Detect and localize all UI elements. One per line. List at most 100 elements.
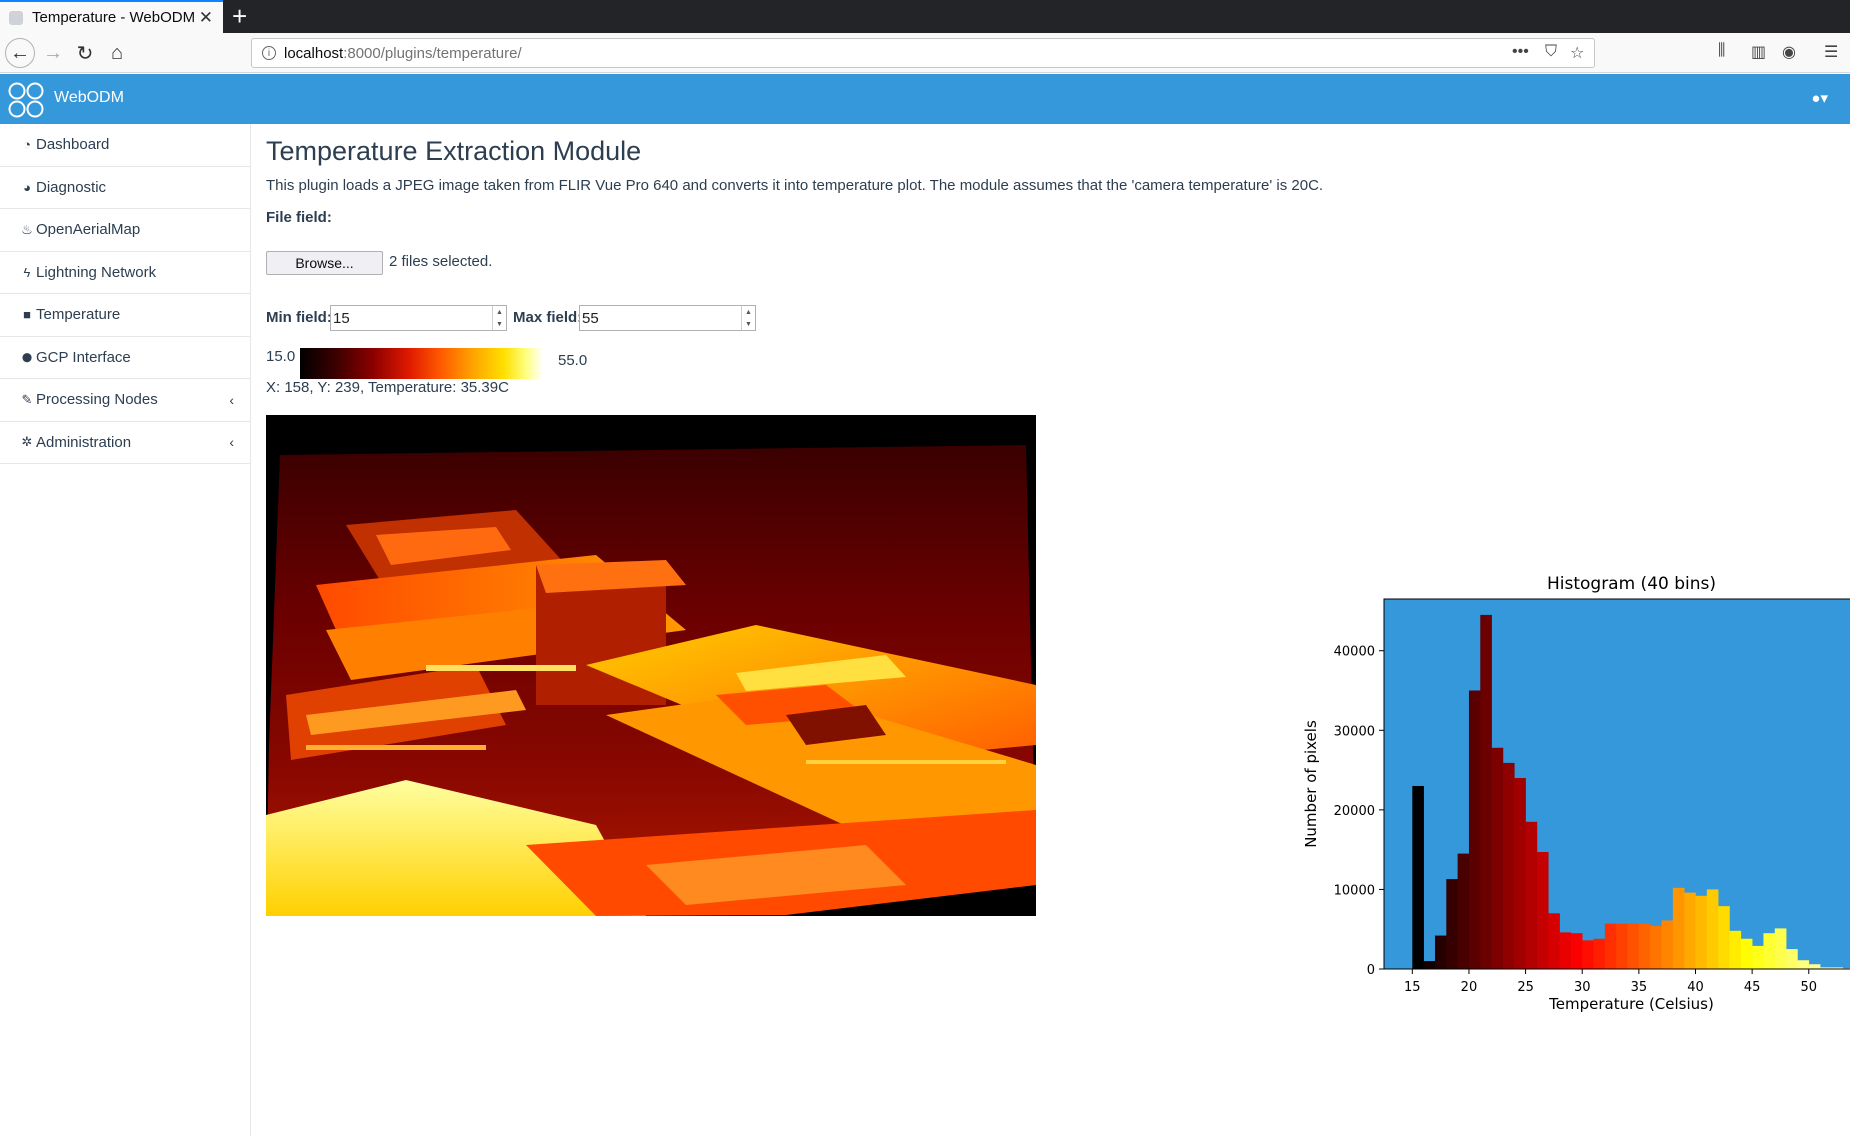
sidebar-item-label: Dashboard bbox=[36, 136, 110, 154]
sidebar-item-label: Lightning Network bbox=[36, 263, 157, 281]
browser-tab[interactable]: Temperature - WebODM ✕ bbox=[0, 0, 223, 33]
histogram-bar bbox=[1638, 923, 1651, 969]
histogram-bar bbox=[1616, 923, 1628, 969]
sidebar-item-temperature[interactable]: ■ Temperature bbox=[0, 294, 250, 337]
min-spinner-icon[interactable]: ▲ ▼ bbox=[492, 306, 506, 330]
temperature-colorbar bbox=[300, 348, 543, 379]
file-field-label: File field: bbox=[266, 209, 332, 226]
sidebar-item-processing-nodes[interactable]: ✎ Processing Nodes ‹ bbox=[0, 379, 250, 422]
colorbar-max-label: 55.0 bbox=[558, 352, 588, 369]
account-icon[interactable]: ◉ bbox=[1782, 42, 1796, 62]
sidebar-item-label: Administration bbox=[36, 433, 132, 451]
menu-icon[interactable]: ☰ bbox=[1824, 42, 1838, 62]
colorbar-min-label: 15.0 bbox=[266, 348, 296, 365]
sidebar-item-label: OpenAerialMap bbox=[36, 221, 141, 239]
user-menu-icon[interactable]: ●▾ bbox=[1811, 89, 1828, 107]
plugin-description: This plugin loads a JPEG image taken fro… bbox=[266, 177, 1324, 194]
sidebar-item-administration[interactable]: ✲ Administration ‹ bbox=[0, 422, 250, 464]
histogram-bar bbox=[1548, 913, 1560, 969]
forward-icon[interactable]: → bbox=[38, 38, 68, 68]
histogram-bar bbox=[1582, 940, 1594, 969]
x-tick-label: 45 bbox=[1744, 980, 1761, 995]
close-tab-icon[interactable]: ✕ bbox=[199, 8, 213, 28]
histogram-bar bbox=[1650, 926, 1662, 969]
sidebar-item-label: Diagnostic bbox=[36, 178, 107, 196]
histogram-bar bbox=[1559, 932, 1572, 969]
y-axis-label: Number of pixels bbox=[1302, 720, 1320, 848]
histogram-bar bbox=[1570, 933, 1583, 969]
histogram-bar bbox=[1423, 961, 1436, 969]
app-header: WebODM ●▾ bbox=[0, 74, 1850, 124]
histogram-bar bbox=[1808, 964, 1821, 969]
webodm-logo-icon[interactable] bbox=[7, 82, 45, 118]
fire-icon: ♨ bbox=[21, 221, 33, 237]
address-bar[interactable]: i localhost:8000/plugins/temperature/ ••… bbox=[251, 38, 1595, 68]
y-tick-label: 40000 bbox=[1334, 645, 1375, 660]
x-tick-label: 30 bbox=[1574, 980, 1591, 995]
histogram-bar bbox=[1480, 614, 1492, 969]
brand-name[interactable]: WebODM bbox=[54, 89, 124, 107]
min-field-value: 15 bbox=[333, 309, 350, 327]
histogram-bar bbox=[1434, 935, 1447, 969]
camera-icon: ■ bbox=[23, 307, 31, 323]
histogram-bar bbox=[1718, 906, 1730, 969]
y-axis-ticks: 0 10000 20000 30000 40000 bbox=[1334, 645, 1384, 978]
sidebar-item-gcp-interface[interactable]: ⬤ GCP Interface bbox=[0, 337, 250, 379]
pocket-icon[interactable]: ⛉ bbox=[1545, 43, 1557, 61]
y-tick-label: 10000 bbox=[1334, 883, 1375, 898]
browse-button[interactable]: Browse... bbox=[266, 251, 383, 275]
new-tab-icon[interactable]: + bbox=[232, 2, 247, 30]
reload-icon[interactable]: ↻ bbox=[70, 38, 100, 68]
histogram-bar bbox=[1706, 889, 1719, 969]
sidebar-item-openaerialmap[interactable]: ♨ OpenAerialMap bbox=[0, 209, 250, 252]
sidebar-item-lightning-network[interactable]: ϟ Lightning Network bbox=[0, 252, 250, 294]
x-tick-label: 40 bbox=[1687, 980, 1704, 995]
pie-chart-icon: ◕ bbox=[23, 179, 31, 195]
histogram-bar bbox=[1661, 920, 1674, 969]
bolt-icon: ϟ bbox=[23, 264, 31, 280]
y-tick-label: 20000 bbox=[1334, 804, 1375, 819]
x-axis-ticks: 15 20 25 30 35 40 45 50 bbox=[1404, 969, 1817, 995]
max-spinner-icon[interactable]: ▲ ▼ bbox=[741, 306, 755, 330]
sidebar-item-label: GCP Interface bbox=[36, 348, 131, 366]
histogram-bar bbox=[1774, 928, 1787, 969]
min-field-label: Min field: bbox=[266, 309, 332, 326]
page-title: Temperature Extraction Module bbox=[266, 136, 642, 166]
url-host: localhost bbox=[284, 44, 344, 62]
x-tick-label: 25 bbox=[1517, 980, 1534, 995]
histogram-bar bbox=[1763, 933, 1776, 969]
chevron-left-icon[interactable]: ‹ bbox=[229, 434, 234, 450]
histogram-bar bbox=[1502, 762, 1515, 969]
sidebar: ◔ Dashboard ◕ Diagnostic ♨ OpenAerialMap… bbox=[0, 124, 251, 1136]
histogram-bar bbox=[1695, 895, 1708, 969]
dashboard-icon: ◔ bbox=[23, 137, 31, 153]
browser-tab-strip: Temperature - WebODM ✕ + bbox=[0, 0, 1850, 33]
min-field-input[interactable]: 15 ▲ ▼ bbox=[330, 305, 507, 331]
histogram-bar bbox=[1729, 930, 1742, 969]
histogram-bar bbox=[1684, 892, 1696, 969]
sidebar-item-label: Processing Nodes bbox=[36, 391, 158, 409]
sidebar-item-label: Temperature bbox=[36, 306, 121, 324]
sidebar-toggle-icon[interactable]: ▥ bbox=[1751, 42, 1766, 62]
histogram-bar bbox=[1627, 923, 1640, 969]
x-tick-label: 35 bbox=[1631, 980, 1648, 995]
library-icon[interactable]: ⫼ bbox=[1718, 42, 1725, 60]
sidebar-item-diagnostic[interactable]: ◕ Diagnostic bbox=[0, 167, 250, 209]
histogram-chart: Histogram (40 bins) 15 20 25 30 35 40 45 50 0 10… bbox=[1302, 574, 1850, 1013]
chart-title: Histogram (40 bins) bbox=[1547, 574, 1716, 594]
x-tick-label: 20 bbox=[1461, 980, 1478, 995]
home-icon[interactable]: ⌂ bbox=[102, 38, 132, 68]
site-info-icon[interactable]: i bbox=[262, 46, 276, 60]
histogram-bar bbox=[1412, 785, 1424, 969]
thermal-image[interactable] bbox=[266, 415, 1036, 916]
back-icon[interactable]: ← bbox=[5, 38, 35, 68]
page-actions-icon[interactable]: ••• bbox=[1512, 43, 1529, 61]
chevron-left-icon[interactable]: ‹ bbox=[229, 392, 234, 408]
x-tick-label: 15 bbox=[1404, 980, 1421, 995]
browser-toolbar: ← → ↻ ⌂ i localhost:8000/plugins/tempera… bbox=[0, 33, 1850, 73]
bookmark-star-icon[interactable]: ☆ bbox=[1570, 43, 1584, 63]
max-field-input[interactable]: 55 ▲ ▼ bbox=[579, 305, 756, 331]
sidebar-item-dashboard[interactable]: ◔ Dashboard bbox=[0, 124, 250, 167]
y-tick-label: 0 bbox=[1367, 963, 1375, 978]
histogram-bar bbox=[1593, 938, 1606, 969]
